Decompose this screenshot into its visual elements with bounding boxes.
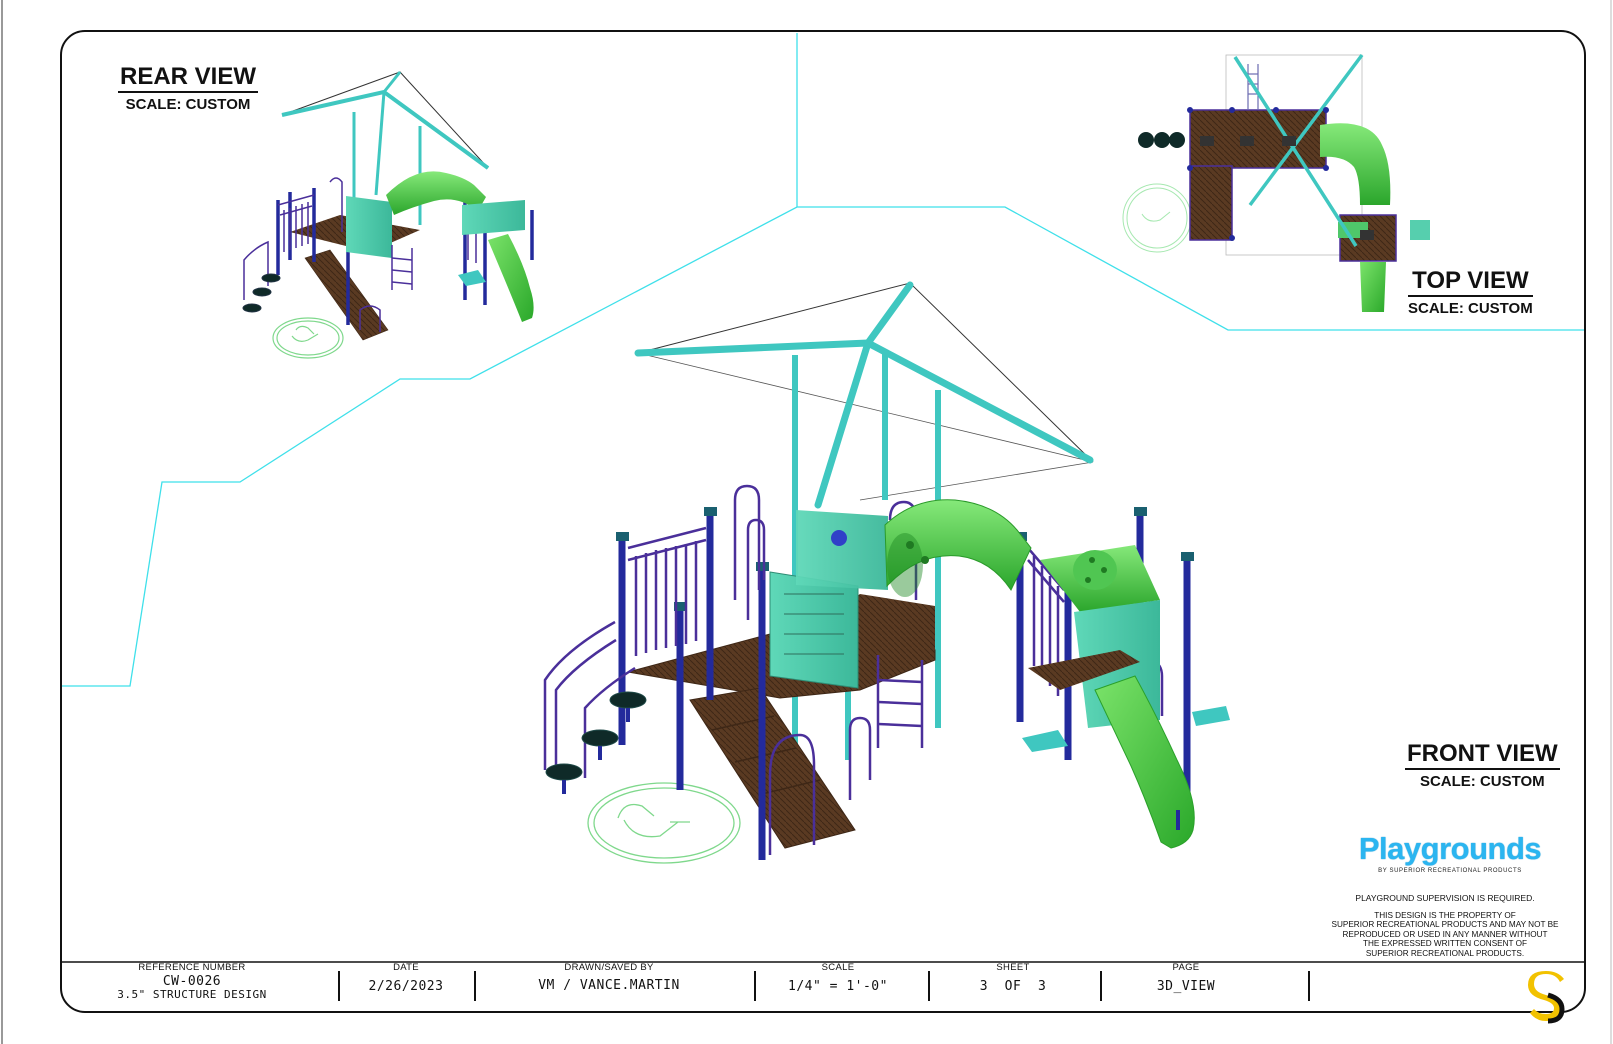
drawn-value: VM / VANCE.MARTIN <box>538 978 680 993</box>
property-line: THIS DESIGN IS THE PROPERTY OF <box>1374 911 1516 920</box>
supervision-note: PLAYGROUND SUPERVISION IS REQUIRED. <box>1355 893 1535 903</box>
rear-view-drawing <box>242 71 534 359</box>
sheet-value: 3 OF 3 <box>979 979 1047 994</box>
rear-view-scale: SCALE: CUSTOM <box>125 96 251 113</box>
front-view-scale: SCALE: CUSTOM <box>1419 773 1545 790</box>
drawn-cell: DRAWN/SAVED BY VM / VANCE.MARTIN <box>474 962 744 1011</box>
top-view-scale: SCALE: CUSTOM <box>1408 300 1533 317</box>
divider <box>1308 971 1310 1001</box>
scale-value: 1/4" = 1'-0" <box>788 979 888 994</box>
rear-view-title: REAR VIEW SCALE: CUSTOM <box>118 64 259 115</box>
front-view-drawing <box>543 281 1230 864</box>
property-note: THIS DESIGN IS THE PROPERTY OF SUPERIOR … <box>1300 911 1590 958</box>
brand-block: Playgrounds BY SUPERIOR RECREATIONAL PRO… <box>1330 832 1570 875</box>
date-label: DATE <box>393 962 419 973</box>
property-line: THE EXPRESSED WRITTEN CONSENT OF <box>1362 939 1528 949</box>
scale-label: SCALE <box>821 962 855 973</box>
top-view-drawing <box>1122 53 1430 312</box>
reference-detail: 3.5" STRUCTURE DESIGN <box>117 988 267 1001</box>
page-label: PAGE <box>1172 962 1200 973</box>
page-value: 3D_VIEW <box>1156 979 1216 994</box>
front-view-title: FRONT VIEW SCALE: CUSTOM <box>1405 741 1560 792</box>
drawn-label: DRAWN/SAVED BY <box>564 962 654 973</box>
wheelchair-accessibility-icon <box>587 782 741 864</box>
date-cell: DATE 2/26/2023 <box>338 962 474 1011</box>
reference-label: REFERENCE NUMBER <box>138 962 246 973</box>
wheelchair-accessibility-icon <box>1122 183 1192 253</box>
property-line: SUPERIOR RECREATIONAL PRODUCTS AND MAY N… <box>1331 920 1559 930</box>
property-line: SUPERIOR RECREATIONAL PRODUCTS. <box>1365 948 1525 958</box>
date-value: 2/26/2023 <box>368 979 444 994</box>
top-view-label: TOP VIEW <box>1408 268 1533 297</box>
sheet-cell: SHEET 3 OF 3 <box>928 962 1098 1011</box>
rear-view-label: REAR VIEW <box>118 64 259 93</box>
scale-cell: SCALE 1/4" = 1'-0" <box>754 962 922 1011</box>
property-line: REPRODUCED OR USED IN ANY MANNER WITHOUT <box>1342 929 1548 939</box>
sheet-label: SHEET <box>996 962 1030 973</box>
front-view-label: FRONT VIEW <box>1405 741 1560 770</box>
brand-tagline: BY SUPERIOR RECREATIONAL PRODUCTS <box>1378 868 1522 874</box>
drawing-sheet <box>1 0 1612 1044</box>
reference-cell: REFERENCE NUMBER CW-0026 3.5" STRUCTURE … <box>102 962 282 1011</box>
playgrounds-logo: Playgrounds <box>1358 831 1542 866</box>
page-cell: PAGE 3D_VIEW <box>1100 962 1272 1011</box>
title-block: REFERENCE NUMBER CW-0026 3.5" STRUCTURE … <box>62 962 1585 1011</box>
top-view-title: TOP VIEW SCALE: CUSTOM <box>1408 268 1533 319</box>
wheelchair-accessibility-icon <box>272 317 344 359</box>
reference-value: CW-0026 <box>162 974 222 989</box>
